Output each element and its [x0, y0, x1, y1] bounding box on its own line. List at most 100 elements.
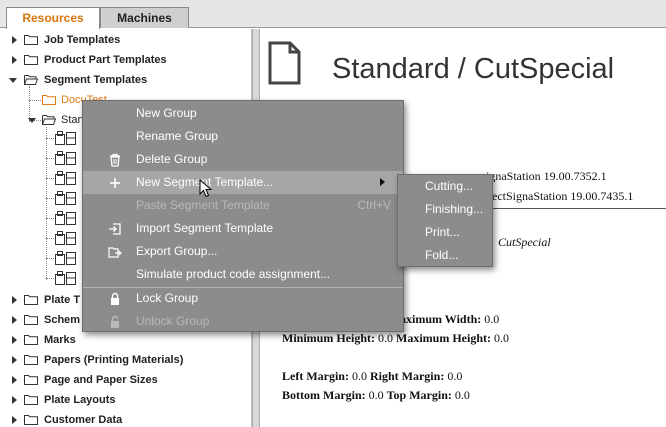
- menu-item-simulate-product-code[interactable]: Simulate product code assignment...: [83, 263, 403, 286]
- expand-icon[interactable]: [12, 296, 17, 304]
- collapse-icon[interactable]: [9, 78, 17, 83]
- tree-label: Plate Layouts: [44, 394, 116, 406]
- tree-item-segment-template[interactable]: [0, 209, 90, 227]
- tree-item-papers[interactable]: Papers (Printing Materials): [0, 351, 251, 369]
- height-row: Minimum Height: 0.0 Maximum Height: 0.0: [282, 331, 509, 346]
- expand-icon[interactable]: [12, 336, 17, 344]
- tree-guide-line: [46, 138, 54, 139]
- expand-icon[interactable]: [12, 36, 17, 44]
- context-menu: New Group Rename Group Delete Group New …: [82, 100, 404, 332]
- folder-icon: [24, 355, 38, 365]
- expand-icon[interactable]: [12, 376, 17, 384]
- segment-template-icon: [55, 171, 76, 185]
- right-margin-value: 0.0: [447, 369, 463, 383]
- tree-guide-line: [46, 178, 54, 179]
- tab-resources[interactable]: Resources: [6, 7, 100, 29]
- menu-item-import-segment-template[interactable]: Import Segment Template: [83, 217, 403, 240]
- submenu-item-fold[interactable]: Fold...: [398, 244, 492, 267]
- tree-item-product-part-templates[interactable]: Product Part Templates: [0, 51, 251, 69]
- menu-item-rename-group[interactable]: Rename Group: [83, 125, 403, 148]
- menu-item-export-group[interactable]: Export Group...: [83, 240, 403, 263]
- tree-item-segment-template[interactable]: [0, 129, 90, 147]
- tree-guide-line: [46, 278, 54, 279]
- folder-icon: [24, 295, 38, 305]
- menu-item-new-group[interactable]: New Group: [83, 102, 403, 125]
- left-margin-label: Left Margin:: [282, 369, 349, 383]
- left-margin-value: 0.0: [351, 369, 367, 383]
- tree-item-customer-data[interactable]: Customer Data: [0, 411, 251, 427]
- menu-item-label: Export Group...: [136, 244, 218, 258]
- template-name-value: CutSpecial: [498, 235, 551, 249]
- expand-icon[interactable]: [12, 56, 17, 64]
- tab-bar: Resources Machines: [0, 0, 666, 29]
- menu-item-new-segment-template[interactable]: New Segment Template...: [83, 171, 403, 194]
- tree-item-page-paper-sizes[interactable]: Page and Paper Sizes: [0, 371, 251, 389]
- segment-template-icon: [55, 151, 76, 165]
- mouse-cursor-icon: [199, 179, 213, 198]
- segment-template-icon: [55, 211, 76, 225]
- new-segment-template-submenu: Cutting... Finishing... Print... Fold...: [397, 174, 493, 267]
- menu-item-delete-group[interactable]: Delete Group: [83, 148, 403, 171]
- segment-template-icon: [55, 191, 76, 205]
- folder-icon: [24, 395, 38, 405]
- tree-item-job-templates[interactable]: Job Templates: [0, 31, 251, 49]
- segment-template-icon: [55, 271, 76, 285]
- tree-label: Page and Paper Sizes: [44, 374, 158, 386]
- tree-guide-line: [46, 218, 54, 219]
- menu-item-label: Simulate product code assignment...: [136, 267, 331, 281]
- tree-item-segment-templates[interactable]: Segment Templates: [0, 71, 251, 89]
- tree-item-segment-template[interactable]: [0, 249, 90, 267]
- collapse-icon[interactable]: [28, 118, 36, 123]
- submenu-arrow-icon: [380, 178, 385, 186]
- tree-label: Papers (Printing Materials): [44, 354, 184, 366]
- menu-item-shortcut: Ctrl+V: [357, 198, 391, 212]
- menu-item-lock-group[interactable]: Lock Group: [83, 287, 403, 310]
- max-width-label: aximum Width:: [400, 312, 482, 326]
- unlock-icon: [111, 315, 119, 328]
- folder-icon: [24, 415, 38, 425]
- top-margin-label: Top Margin:: [386, 388, 452, 402]
- expand-icon[interactable]: [12, 356, 17, 364]
- folder-icon: [24, 55, 38, 65]
- menu-item-label: Unlock Group: [136, 314, 210, 328]
- tree-item-marks[interactable]: Marks: [0, 331, 251, 349]
- tree-guide-line: [46, 238, 54, 239]
- submenu-item-print[interactable]: Print...: [398, 221, 492, 244]
- tree-item-plate-layouts[interactable]: Plate Layouts: [0, 391, 251, 409]
- menu-item-label: Delete Group: [136, 152, 208, 166]
- plus-icon: [110, 178, 120, 188]
- folder-icon: [24, 35, 38, 45]
- tree-item-segment-template[interactable]: [0, 269, 90, 287]
- page-title: Standard / CutSpecial: [332, 53, 615, 85]
- tree-item-segment-template[interactable]: [0, 149, 90, 167]
- top-margin-value: 0.0: [454, 388, 470, 402]
- open-folder-icon: [24, 75, 38, 85]
- margin-row-1: Left Margin: 0.0 Right Margin: 0.0: [282, 369, 462, 384]
- menu-item-label: Import Segment Template: [136, 221, 274, 235]
- max-height-label: Maximum Height:: [396, 331, 491, 345]
- tree-label: Plate T: [44, 294, 81, 306]
- tree-label: Marks: [44, 334, 76, 346]
- tab-machines[interactable]: Machines: [100, 7, 189, 28]
- tree-guide-line: [46, 158, 54, 159]
- expand-icon[interactable]: [12, 316, 17, 324]
- folder-icon: [24, 375, 38, 385]
- tree-guide-line: [46, 198, 54, 199]
- expand-icon[interactable]: [12, 396, 17, 404]
- tree-item-segment-template[interactable]: [0, 169, 90, 187]
- import-icon: [109, 223, 121, 235]
- min-height-value: 0.0: [378, 331, 393, 345]
- menu-item-paste-segment-template[interactable]: Paste Segment Template Ctrl+V: [83, 194, 403, 217]
- tree-item-segment-template[interactable]: [0, 189, 90, 207]
- menu-item-label: New Group: [136, 106, 197, 120]
- submenu-item-finishing[interactable]: Finishing...: [398, 198, 492, 221]
- expand-icon[interactable]: [12, 416, 17, 424]
- menu-item-unlock-group[interactable]: Unlock Group: [83, 310, 403, 333]
- submenu-item-cutting[interactable]: Cutting...: [398, 175, 492, 198]
- tree-label: Product Part Templates: [44, 54, 167, 66]
- version-line-1: ignaStation 19.00.7352.1: [486, 169, 607, 183]
- folder-icon: [24, 335, 38, 345]
- margin-row-2: Bottom Margin: 0.0 Top Margin: 0.0: [282, 388, 470, 403]
- tree-item-segment-template[interactable]: [0, 229, 90, 247]
- right-margin-label: Right Margin:: [369, 369, 445, 383]
